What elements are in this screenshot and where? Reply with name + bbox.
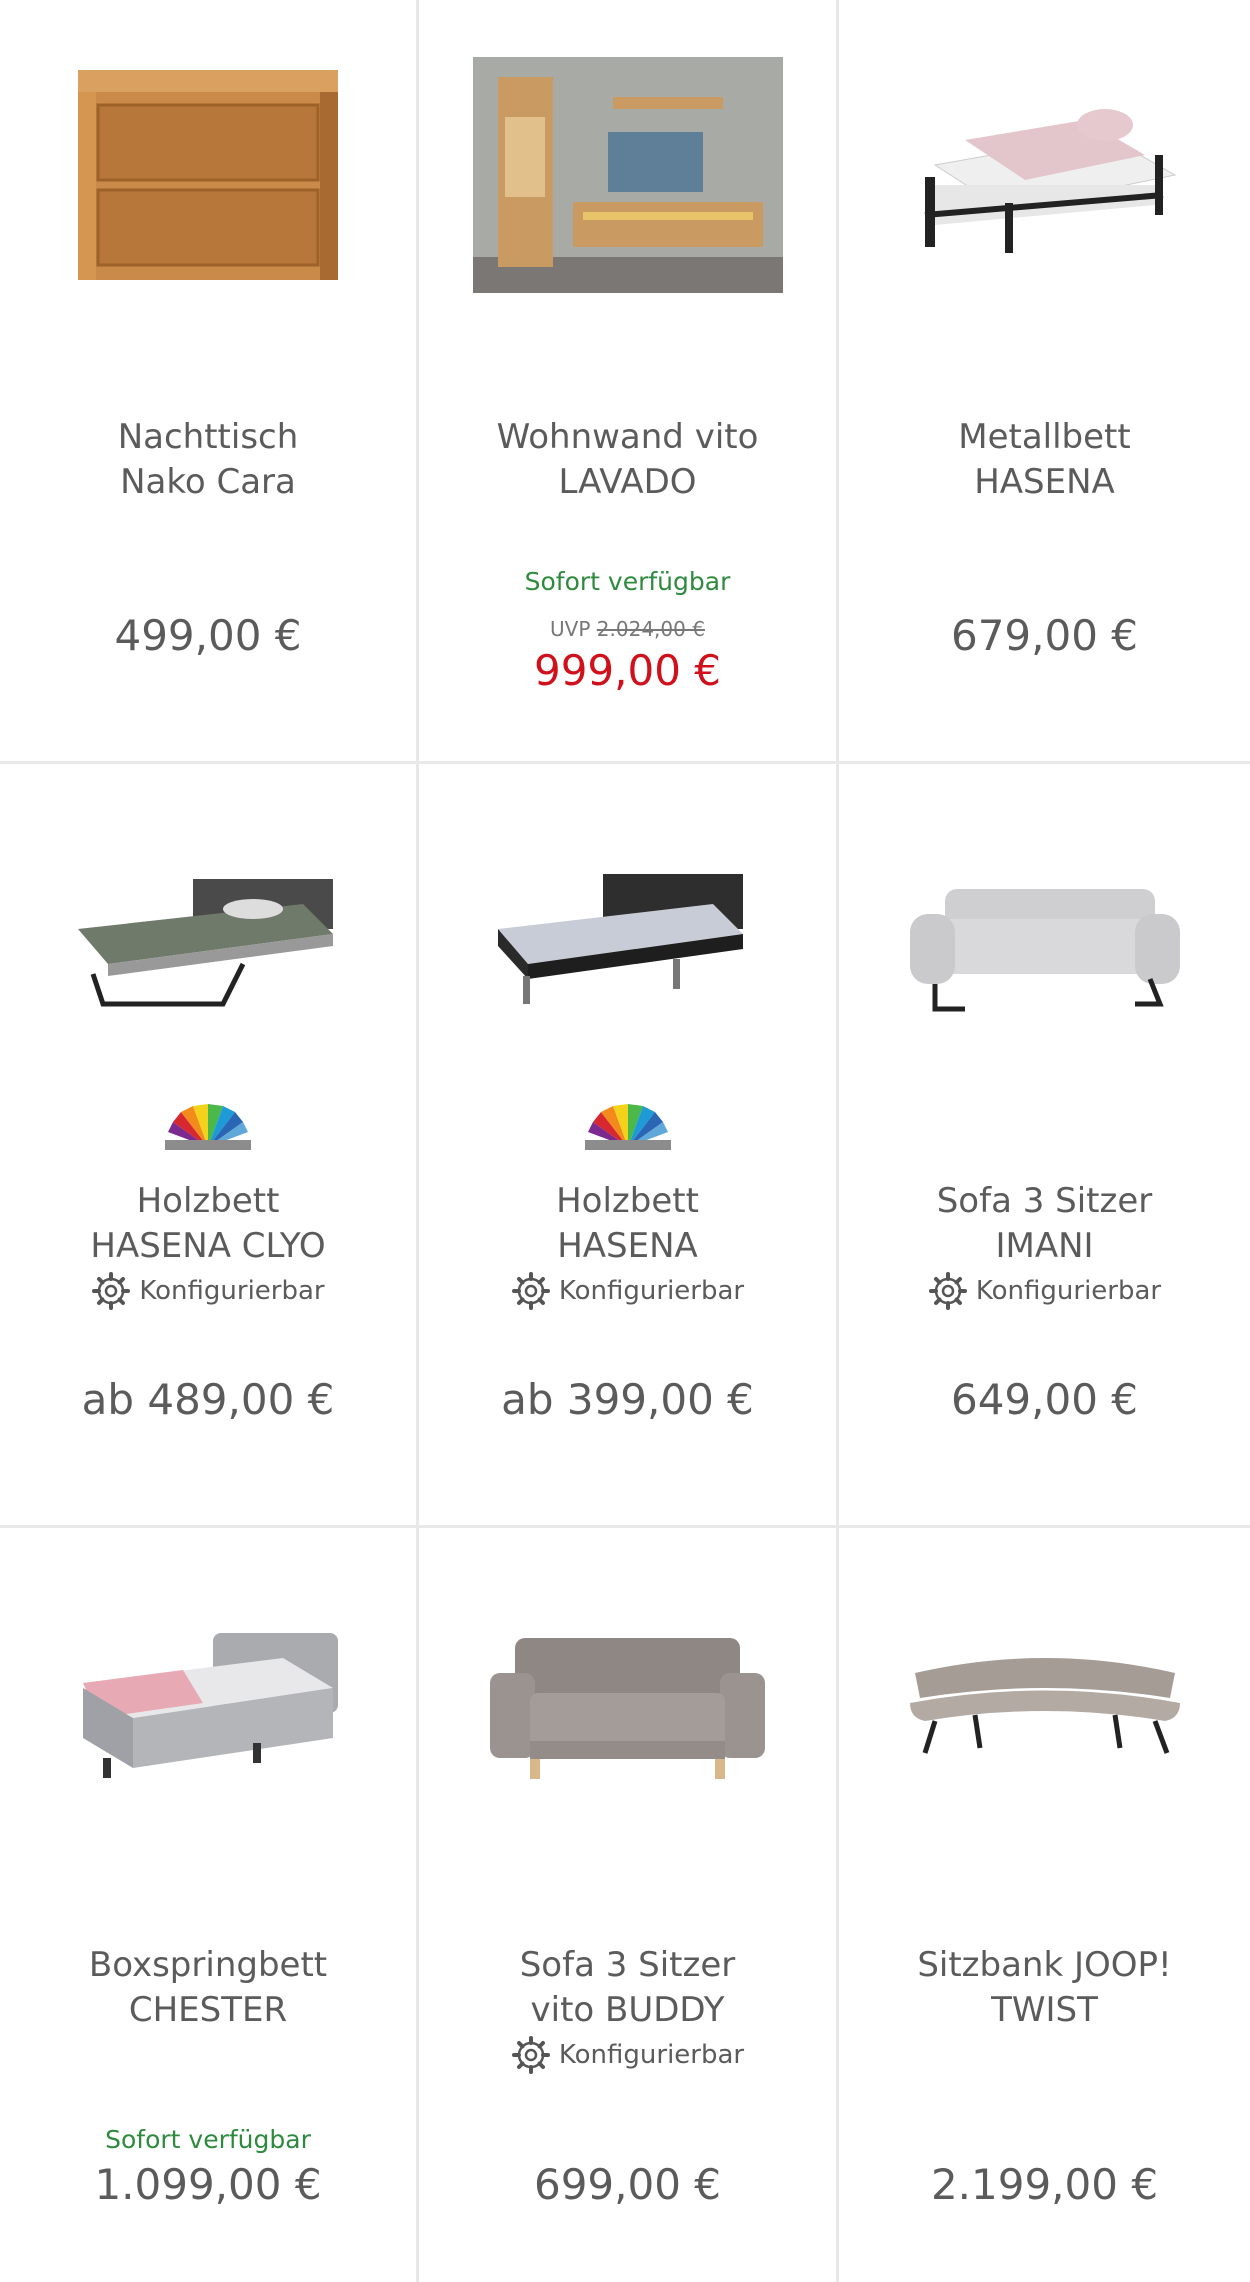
- product-card[interactable]: Boxspringbett CHESTER Sofort verfügbar 1…: [0, 1528, 419, 2282]
- configurable-label: Konfigurierbar: [139, 1276, 325, 1306]
- wooden-bed-image: [78, 879, 333, 1007]
- configurable-label: Konfigurierbar: [975, 1276, 1162, 1306]
- color-palette-icon: [165, 1104, 251, 1150]
- gear-icon: [92, 1272, 131, 1310]
- product-card[interactable]: Sofa 3 Sitzer IMANI Konfigurierbar 649,0…: [839, 764, 1250, 1528]
- sale-price: 999,00 €: [533, 646, 722, 695]
- curved-bench-image: [909, 1658, 1180, 1754]
- gear-icon: [511, 1272, 550, 1310]
- product-title[interactable]: Sitzbank JOOP! TWIST: [849, 1943, 1240, 2033]
- title-line: HASENA: [557, 1226, 698, 1266]
- product-title[interactable]: Boxspringbett CHESTER: [10, 1943, 406, 2033]
- title-line: vito BUDDY: [530, 1990, 725, 2030]
- title-line: Metallbett: [958, 417, 1131, 457]
- product-price: ab 399,00 €: [501, 1375, 754, 1424]
- gear-icon: [511, 2036, 550, 2074]
- product-image[interactable]: [419, 1568, 836, 1838]
- availability-label: Sofort verfügbar: [524, 567, 731, 596]
- product-price: 699,00 €: [533, 2160, 722, 2209]
- boxspring-bed-image: [83, 1633, 338, 1778]
- product-price: ab 489,00 €: [81, 1375, 335, 1424]
- title-line: Nachttisch: [117, 417, 299, 457]
- product-title[interactable]: Sofa 3 Sitzer IMANI: [849, 1179, 1240, 1269]
- title-line: Wohnwand vito: [496, 417, 759, 457]
- product-card[interactable]: Holzbett HASENA Konfigurierbar ab 399,00…: [419, 764, 839, 1528]
- title-line: Boxspringbett: [88, 1945, 328, 1985]
- product-title[interactable]: Nachttisch Nako Cara: [10, 415, 406, 505]
- title-line: TWIST: [991, 1990, 1098, 2030]
- product-title[interactable]: Holzbett HASENA CLYO: [10, 1179, 406, 1269]
- title-line: Holzbett: [136, 1181, 280, 1221]
- configurable-label: Konfigurierbar: [558, 2040, 745, 2070]
- title-line: HASENA: [974, 462, 1115, 502]
- title-line: Holzbett: [556, 1181, 699, 1221]
- product-title[interactable]: Sofa 3 Sitzer vito BUDDY: [429, 1943, 826, 2033]
- configurable-badge: Konfigurierbar: [0, 1271, 416, 1311]
- product-price: 649,00 €: [950, 1375, 1139, 1424]
- product-card[interactable]: Holzbett HASENA CLYO Konfigurierbar ab 4…: [0, 764, 419, 1528]
- product-price: 499,00 €: [114, 611, 302, 660]
- configurable-badge: Konfigurierbar: [839, 1271, 1250, 1311]
- product-image[interactable]: [0, 804, 416, 1074]
- product-image[interactable]: [419, 804, 836, 1074]
- product-title[interactable]: Metallbett HASENA: [849, 415, 1240, 505]
- availability-label: Sofort verfügbar: [105, 2125, 311, 2154]
- product-image[interactable]: [419, 40, 836, 310]
- title-line: CHESTER: [128, 1990, 288, 2030]
- product-grid: Nachttisch Nako Cara 499,00 € Wohnwand v…: [0, 0, 1250, 2282]
- product-title[interactable]: Wohnwand vito LAVADO: [429, 415, 826, 505]
- configurable-badge: Konfigurierbar: [419, 1271, 836, 1311]
- product-card[interactable]: Metallbett HASENA 679,00 €: [839, 0, 1250, 764]
- product-price: 679,00 €: [950, 611, 1139, 660]
- title-line: HASENA CLYO: [90, 1226, 326, 1266]
- product-card[interactable]: Nachttisch Nako Cara 499,00 €: [0, 0, 419, 764]
- product-image[interactable]: [839, 40, 1250, 310]
- wooden-bed-dark-image: [497, 874, 743, 1004]
- product-image[interactable]: [0, 40, 416, 310]
- metal-bed-image: [924, 109, 1176, 253]
- uvp-price: UVP 2.024,00 €: [419, 617, 836, 641]
- product-card[interactable]: Sitzbank JOOP! TWIST 2.199,00 €: [839, 1528, 1250, 2282]
- title-line: IMANI: [995, 1226, 1094, 1266]
- nightstand-image: [78, 70, 338, 280]
- product-title[interactable]: Holzbett HASENA: [429, 1179, 826, 1269]
- configurable-label: Konfigurierbar: [558, 1276, 745, 1306]
- color-palette-icon: [584, 1104, 671, 1150]
- product-card[interactable]: Sofa 3 Sitzer vito BUDDY Konfigurierbar …: [419, 1528, 839, 2282]
- title-line: Nako Cara: [120, 462, 296, 502]
- title-line: Sofa 3 Sitzer: [519, 1945, 736, 1985]
- uvp-label: UVP: [550, 617, 591, 641]
- title-line: Sofa 3 Sitzer: [936, 1181, 1153, 1221]
- product-image[interactable]: [839, 804, 1250, 1074]
- sofa-light-image: [909, 889, 1180, 1012]
- title-line: Sitzbank JOOP!: [917, 1945, 1172, 1985]
- title-line: LAVADO: [558, 462, 697, 502]
- gear-icon: [928, 1272, 967, 1310]
- product-price: 1.099,00 €: [94, 2160, 322, 2209]
- configurable-badge: Konfigurierbar: [419, 2035, 836, 2075]
- product-card[interactable]: Wohnwand vito LAVADO Sofort verfügbar UV…: [419, 0, 839, 764]
- uvp-value: 2.024,00 €: [596, 617, 705, 641]
- product-image[interactable]: [839, 1568, 1250, 1838]
- sofa-taupe-image: [490, 1638, 765, 1779]
- wall-unit-image: [472, 57, 783, 293]
- product-price: 2.199,00 €: [930, 2160, 1159, 2209]
- product-image[interactable]: [0, 1568, 416, 1838]
